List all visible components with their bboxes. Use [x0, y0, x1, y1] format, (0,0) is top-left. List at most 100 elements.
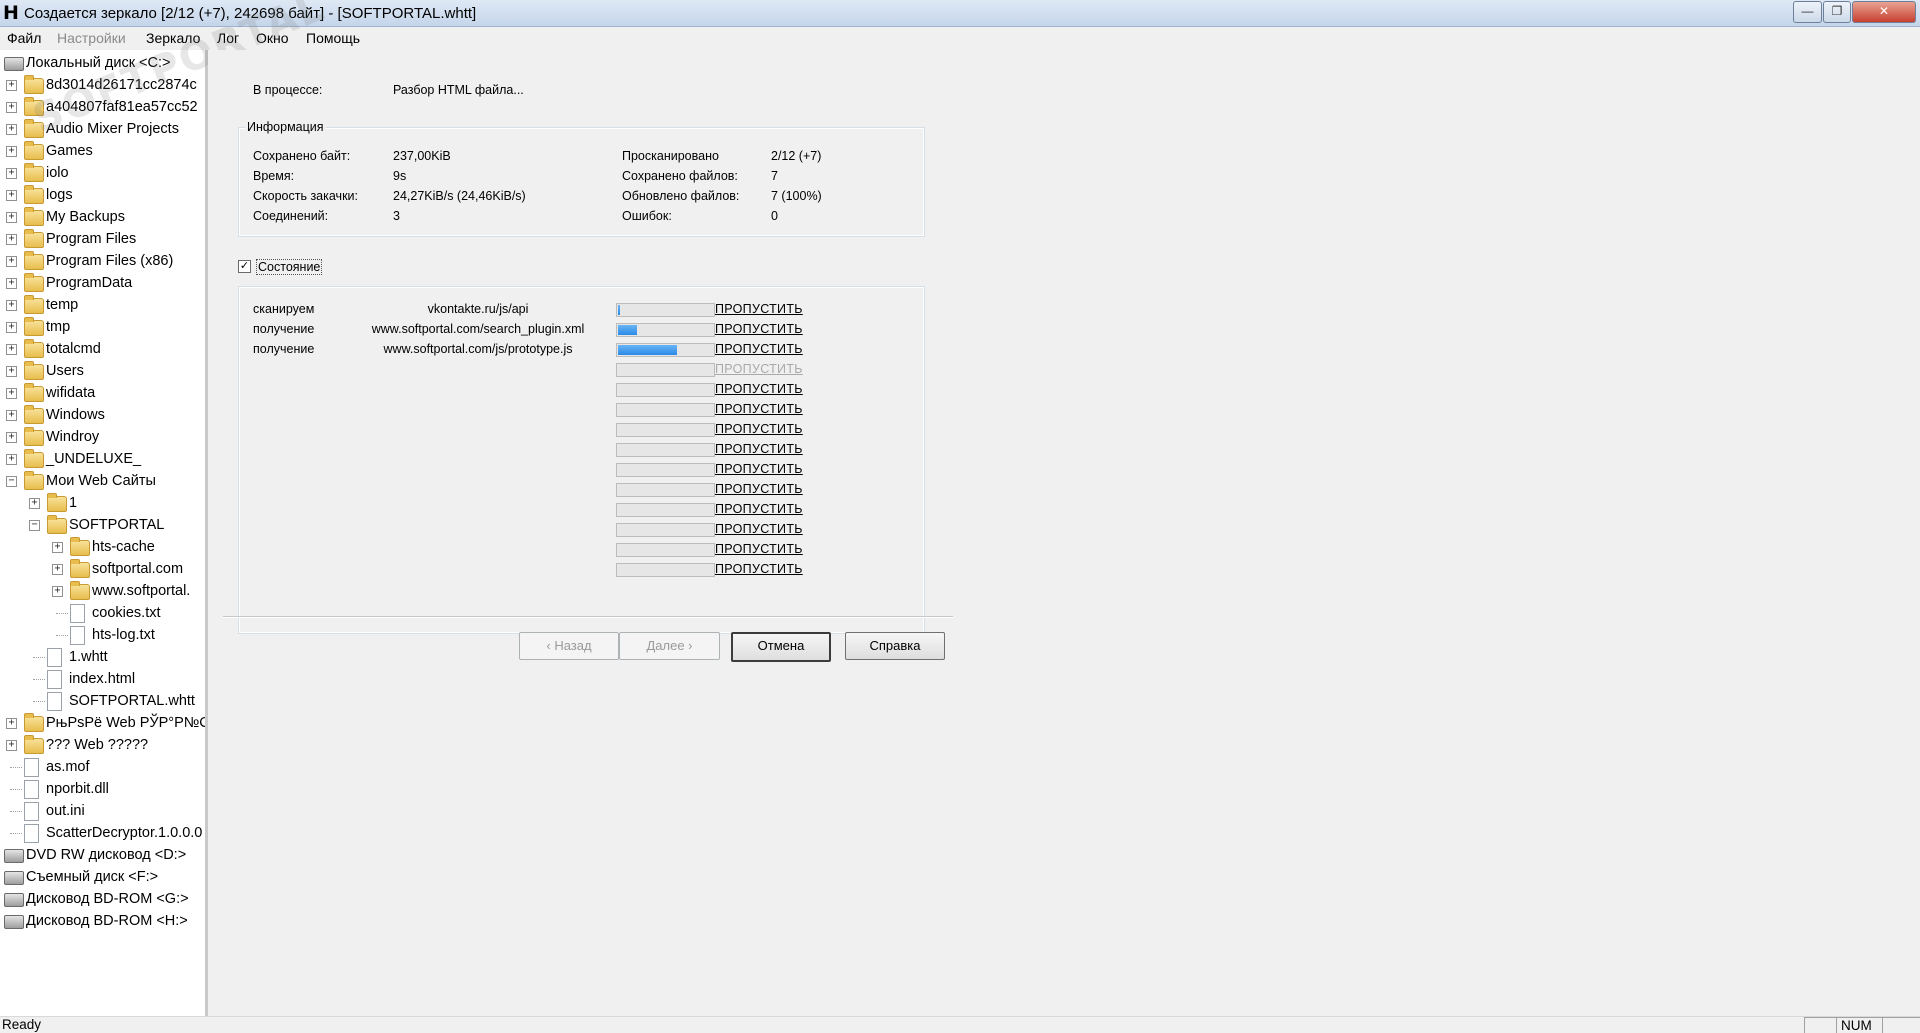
expand-icon[interactable]: +	[6, 190, 17, 201]
tree-item[interactable]: + logs	[0, 184, 205, 206]
tree-item[interactable]: Съемный диск <F:>	[0, 866, 205, 888]
expand-icon[interactable]: +	[6, 740, 17, 751]
skip-button[interactable]: ПРОПУСТИТЬ	[715, 442, 803, 456]
menu-log[interactable]: Лог	[217, 30, 239, 46]
collapse-icon[interactable]: −	[29, 520, 40, 531]
tree-item[interactable]: + temp	[0, 294, 205, 316]
tree-item[interactable]: + ??? Web ?????	[0, 734, 205, 756]
menu-window[interactable]: Окно	[256, 30, 289, 46]
tree-item[interactable]: out.ini	[0, 800, 205, 822]
tree-connector	[10, 767, 22, 768]
folder-tree[interactable]: ◀ ||| ▶ Локальный диск <C:>+8d3014d26171…	[0, 50, 208, 1016]
tree-item[interactable]: ScatterDecryptor.1.0.0.0	[0, 822, 205, 844]
tree-item[interactable]: DVD RW дисковод <D:>	[0, 844, 205, 866]
next-button[interactable]: Далее ›	[619, 632, 720, 660]
expand-icon[interactable]: +	[6, 168, 17, 179]
tree-item[interactable]: cookies.txt	[0, 602, 205, 624]
tree-item[interactable]: SOFTPORTAL.whtt	[0, 690, 205, 712]
tree-item[interactable]: + www.softportal.	[0, 580, 205, 602]
tree-item[interactable]: + softportal.com	[0, 558, 205, 580]
help-button[interactable]: Справка	[845, 632, 945, 660]
expand-icon[interactable]: +	[52, 564, 63, 575]
tree-item[interactable]: − SOFTPORTAL	[0, 514, 205, 536]
skip-button[interactable]: ПРОПУСТИТЬ	[715, 382, 803, 396]
tree-item[interactable]: + Audio Mixer Projects	[0, 118, 205, 140]
expand-icon[interactable]: +	[6, 256, 17, 267]
minimize-button[interactable]: —	[1793, 1, 1822, 23]
expand-icon[interactable]: +	[6, 344, 17, 355]
tree-item-label: totalcmd	[46, 341, 101, 357]
tree-item[interactable]: + totalcmd	[0, 338, 205, 360]
tree-item[interactable]: + tmp	[0, 316, 205, 338]
skip-button[interactable]: ПРОПУСТИТЬ	[715, 502, 803, 516]
expand-icon[interactable]: +	[6, 300, 17, 311]
menu-file[interactable]: Файл	[7, 30, 41, 46]
state-checkbox[interactable]: ✓	[238, 260, 251, 273]
tree-item[interactable]: + Games	[0, 140, 205, 162]
cancel-button[interactable]: Отмена	[731, 632, 831, 662]
tree-item[interactable]: Локальный диск <C:>	[0, 52, 205, 74]
title-bar[interactable]: H Создается зеркало [2/12 (+7), 242698 б…	[0, 0, 1920, 27]
tree-item[interactable]: Дисковод BD-ROM <H:>	[0, 910, 205, 932]
expand-icon[interactable]: +	[6, 454, 17, 465]
skip-button[interactable]: ПРОПУСТИТЬ	[715, 302, 803, 316]
skip-button[interactable]: ПРОПУСТИТЬ	[715, 422, 803, 436]
tree-item[interactable]: + _UNDELUXE_	[0, 448, 205, 470]
maximize-button[interactable]: ❐	[1823, 1, 1851, 23]
back-button[interactable]: ‹ Назад	[519, 632, 619, 660]
expand-icon[interactable]: +	[6, 432, 17, 443]
skip-button[interactable]: ПРОПУСТИТЬ	[715, 362, 803, 376]
tree-item[interactable]: + a404807faf81ea57cc52	[0, 96, 205, 118]
tree-item[interactable]: + Program Files (x86)	[0, 250, 205, 272]
expand-icon[interactable]: +	[6, 718, 17, 729]
tree-item[interactable]: + ProgramData	[0, 272, 205, 294]
skip-button[interactable]: ПРОПУСТИТЬ	[715, 562, 803, 576]
tree-item[interactable]: index.html	[0, 668, 205, 690]
tree-item[interactable]: as.mof	[0, 756, 205, 778]
expand-icon[interactable]: +	[6, 234, 17, 245]
tree-item[interactable]: + РњРѕРё Web РЎР°Р№С	[0, 712, 205, 734]
tree-item[interactable]: + iolo	[0, 162, 205, 184]
tree-item[interactable]: + Windroy	[0, 426, 205, 448]
expand-icon[interactable]: +	[6, 124, 17, 135]
expand-icon[interactable]: +	[52, 542, 63, 553]
close-button[interactable]: ✕	[1852, 1, 1916, 23]
tree-item[interactable]: + hts-cache	[0, 536, 205, 558]
tree-item[interactable]: +1	[0, 492, 205, 514]
expand-icon[interactable]: +	[52, 586, 63, 597]
expand-icon[interactable]: +	[6, 212, 17, 223]
expand-icon[interactable]: +	[6, 80, 17, 91]
expand-icon[interactable]: +	[29, 498, 40, 509]
expand-icon[interactable]: +	[6, 278, 17, 289]
tree-item[interactable]: +8d3014d26171cc2874c	[0, 74, 205, 96]
tree-item[interactable]: − Мои Web Сайты	[0, 470, 205, 492]
tree-item[interactable]: + Program Files	[0, 228, 205, 250]
expand-icon[interactable]: +	[6, 102, 17, 113]
skip-button[interactable]: ПРОПУСТИТЬ	[715, 542, 803, 556]
skip-button[interactable]: ПРОПУСТИТЬ	[715, 322, 803, 336]
tree-item[interactable]: + wifidata	[0, 382, 205, 404]
expand-icon[interactable]: +	[6, 146, 17, 157]
collapse-icon[interactable]: −	[6, 476, 17, 487]
skip-button[interactable]: ПРОПУСТИТЬ	[715, 402, 803, 416]
tree-item[interactable]: + Users	[0, 360, 205, 382]
menu-settings[interactable]: Настройки	[57, 30, 126, 46]
tree-item[interactable]: 1.whtt	[0, 646, 205, 668]
skip-button[interactable]: ПРОПУСТИТЬ	[715, 342, 803, 356]
skip-button[interactable]: ПРОПУСТИТЬ	[715, 522, 803, 536]
menu-help[interactable]: Помощь	[306, 30, 360, 46]
skip-button[interactable]: ПРОПУСТИТЬ	[715, 462, 803, 476]
skip-button[interactable]: ПРОПУСТИТЬ	[715, 482, 803, 496]
expand-icon[interactable]: +	[6, 322, 17, 333]
menu-mirror[interactable]: Зеркало	[146, 30, 200, 46]
tree-item[interactable]: Дисковод BD-ROM <G:>	[0, 888, 205, 910]
expand-icon[interactable]: +	[6, 410, 17, 421]
tree-item[interactable]: hts-log.txt	[0, 624, 205, 646]
expand-icon[interactable]: +	[6, 366, 17, 377]
expand-icon[interactable]: +	[6, 388, 17, 399]
tree-item[interactable]: + My Backups	[0, 206, 205, 228]
state-checkbox-label[interactable]: Состояние	[256, 259, 323, 275]
state-action: получение	[253, 322, 315, 336]
tree-item[interactable]: + Windows	[0, 404, 205, 426]
tree-item[interactable]: nporbit.dll	[0, 778, 205, 800]
